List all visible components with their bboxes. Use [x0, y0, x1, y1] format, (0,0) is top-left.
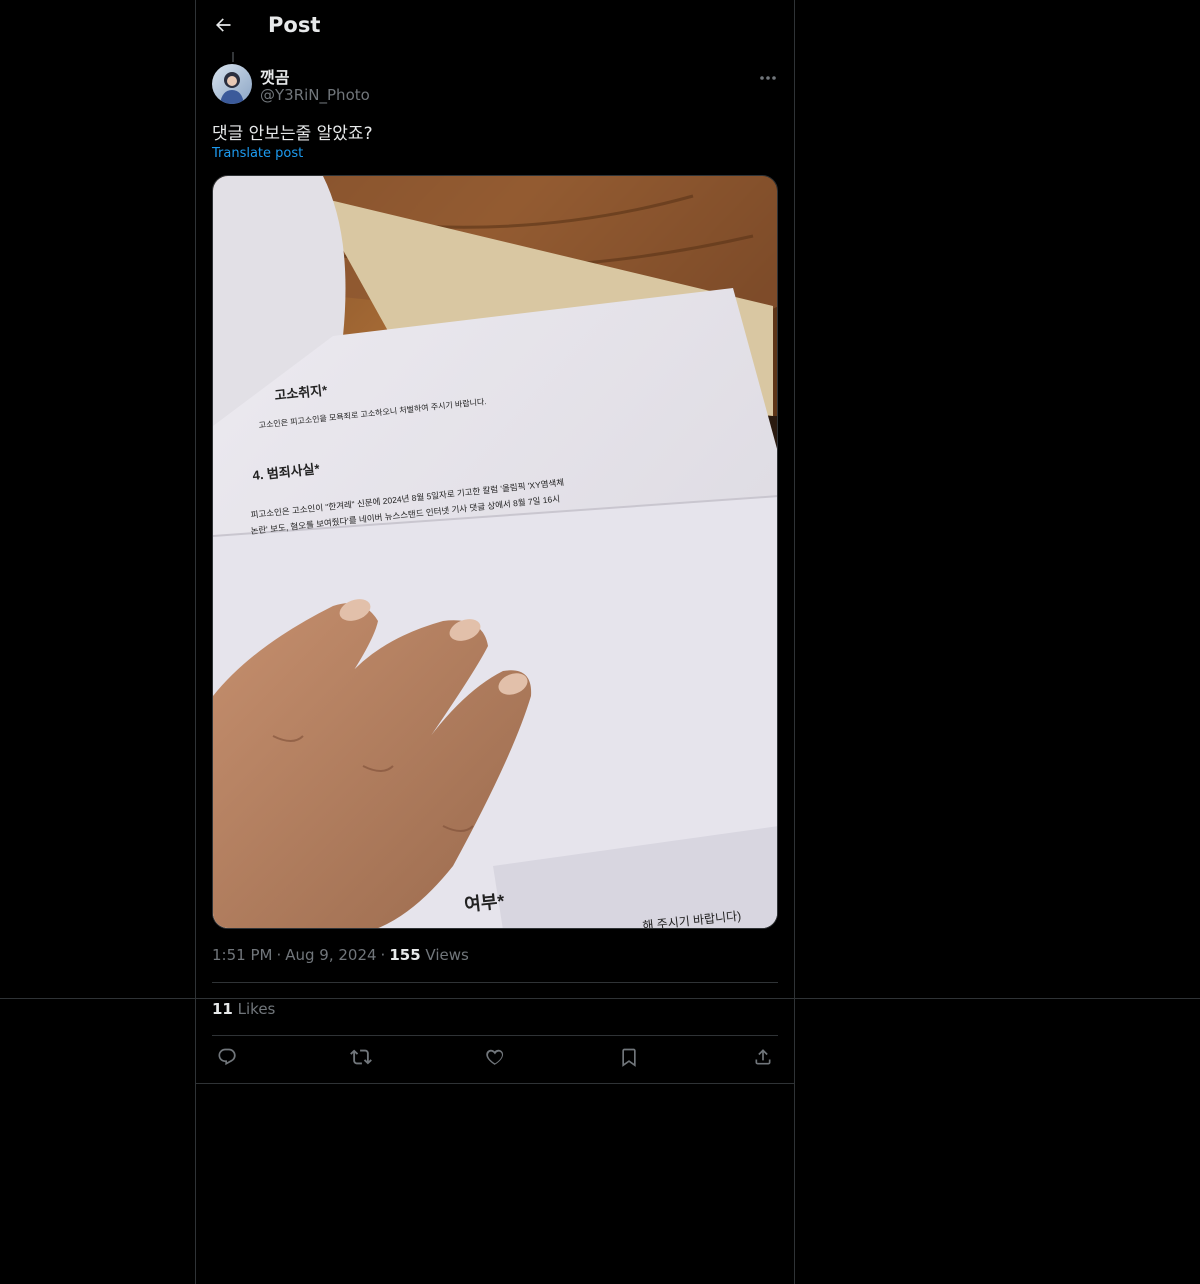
share-button[interactable] — [748, 1044, 778, 1074]
translate-post-link[interactable]: Translate post — [212, 146, 303, 161]
more-icon — [759, 66, 777, 85]
post-image[interactable]: 고소취지* 고소인은 피고소인을 모욕죄로 고소하오니 처벌하여 주시기 바랍니… — [212, 175, 778, 929]
retweet-icon — [350, 1046, 372, 1072]
reply-button[interactable] — [212, 1044, 242, 1074]
likes-count: 11 — [212, 1000, 233, 1018]
author-handle[interactable]: @Y3RiN_Photo — [260, 86, 370, 104]
arrow-left-icon — [213, 15, 233, 39]
divider — [196, 1083, 794, 1084]
post-meta: 1:51 PM · Aug 9, 2024 · 155 Views — [212, 946, 469, 964]
views-label: Views — [425, 946, 469, 964]
divider — [212, 1035, 778, 1036]
reply-icon — [217, 1047, 237, 1071]
action-bar — [212, 1044, 778, 1074]
header-bar: Post — [196, 0, 794, 54]
likes-link[interactable]: 11 Likes — [212, 1000, 275, 1018]
post-text: 댓글 안보는줄 알았죠? — [212, 124, 373, 144]
post-time[interactable]: 1:51 PM — [212, 946, 272, 964]
thread-connector — [232, 52, 234, 62]
back-button[interactable] — [210, 14, 236, 40]
likes-label: Likes — [237, 1000, 276, 1018]
like-icon — [485, 1047, 505, 1071]
repost-button[interactable] — [346, 1044, 376, 1074]
views-count: 155 — [389, 946, 421, 964]
like-button[interactable] — [480, 1044, 510, 1074]
page-title: Post — [268, 13, 321, 37]
avatar[interactable] — [212, 64, 252, 104]
section-divider — [0, 998, 1200, 999]
share-icon — [753, 1047, 773, 1071]
bookmark-icon — [619, 1047, 639, 1071]
post-date[interactable]: Aug 9, 2024 — [285, 946, 376, 964]
author-name[interactable]: 깻곰 — [260, 64, 289, 88]
more-options-button[interactable] — [752, 64, 784, 86]
bookmark-button[interactable] — [614, 1044, 644, 1074]
post-column: Post 깻곰 @Y3RiN_Photo 댓글 안보는줄 알았죠? Transl… — [195, 0, 795, 1284]
doc-heading-3: 여부* — [463, 891, 505, 915]
divider — [212, 982, 778, 983]
